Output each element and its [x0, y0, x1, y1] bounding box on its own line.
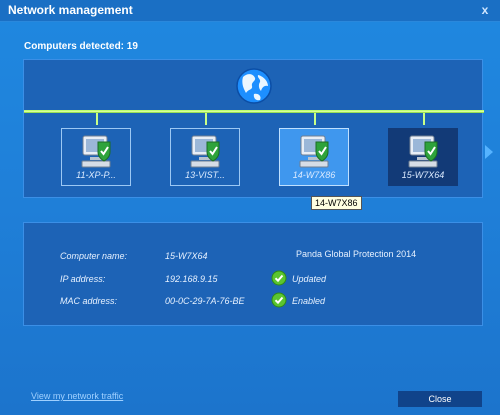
- title-bar: Network management x: [0, 0, 500, 22]
- mac-address-value: 00-0C-29-7A-76-BE: [165, 296, 245, 306]
- network-map-panel: 11-XP-P... 13-VIST... 14-W7X86 15-W7X64: [23, 59, 484, 198]
- check-circle-icon: [271, 270, 287, 286]
- globe-icon: [236, 68, 272, 104]
- computer-shield-icon: [190, 135, 220, 168]
- check-circle-icon: [271, 292, 287, 308]
- computer-node-label: 14-W7X86: [292, 170, 336, 180]
- window-close-icon[interactable]: x: [478, 3, 492, 17]
- computer-details-panel: Computer name: 15-W7X64 Panda Global Pro…: [23, 222, 483, 326]
- computer-node-11-xp[interactable]: 11-XP-P...: [61, 128, 131, 186]
- computer-shield-icon: [408, 135, 438, 168]
- network-bus-line: [24, 110, 484, 113]
- view-network-traffic-link[interactable]: View my network traffic: [31, 391, 123, 401]
- window-title: Network management: [8, 3, 133, 17]
- ip-address-label: IP address:: [60, 274, 106, 284]
- network-drop-line: [96, 113, 98, 125]
- ip-address-value: 192.168.9.15: [165, 274, 218, 284]
- computer-name-value: 15-W7X64: [165, 251, 208, 261]
- computer-node-label: 15-W7X64: [401, 170, 445, 180]
- computer-node-label: 13-VIST...: [185, 170, 225, 180]
- computer-node-14-w7x86[interactable]: 14-W7X86: [279, 128, 349, 186]
- computer-shield-icon: [81, 135, 111, 168]
- product-name: Panda Global Protection 2014: [296, 249, 417, 259]
- network-drop-line: [205, 113, 207, 125]
- network-drop-line: [423, 113, 425, 125]
- computer-node-15-w7x64[interactable]: 15-W7X64: [388, 128, 458, 186]
- arrow-right-icon[interactable]: [485, 145, 493, 159]
- mac-address-label: MAC address:: [60, 296, 118, 306]
- computers-detected-count: Computers detected: 19: [24, 41, 138, 52]
- close-button[interactable]: Close: [398, 391, 482, 407]
- network-drop-line: [314, 113, 316, 125]
- computer-tooltip: 14-W7X86: [311, 196, 362, 210]
- computer-node-label: 11-XP-P...: [76, 170, 116, 180]
- update-status: Updated: [292, 274, 327, 284]
- protection-status: Enabled: [292, 296, 326, 306]
- computer-node-13-vista[interactable]: 13-VIST...: [170, 128, 240, 186]
- computer-shield-icon: [299, 135, 329, 168]
- computer-name-label: Computer name:: [60, 251, 128, 261]
